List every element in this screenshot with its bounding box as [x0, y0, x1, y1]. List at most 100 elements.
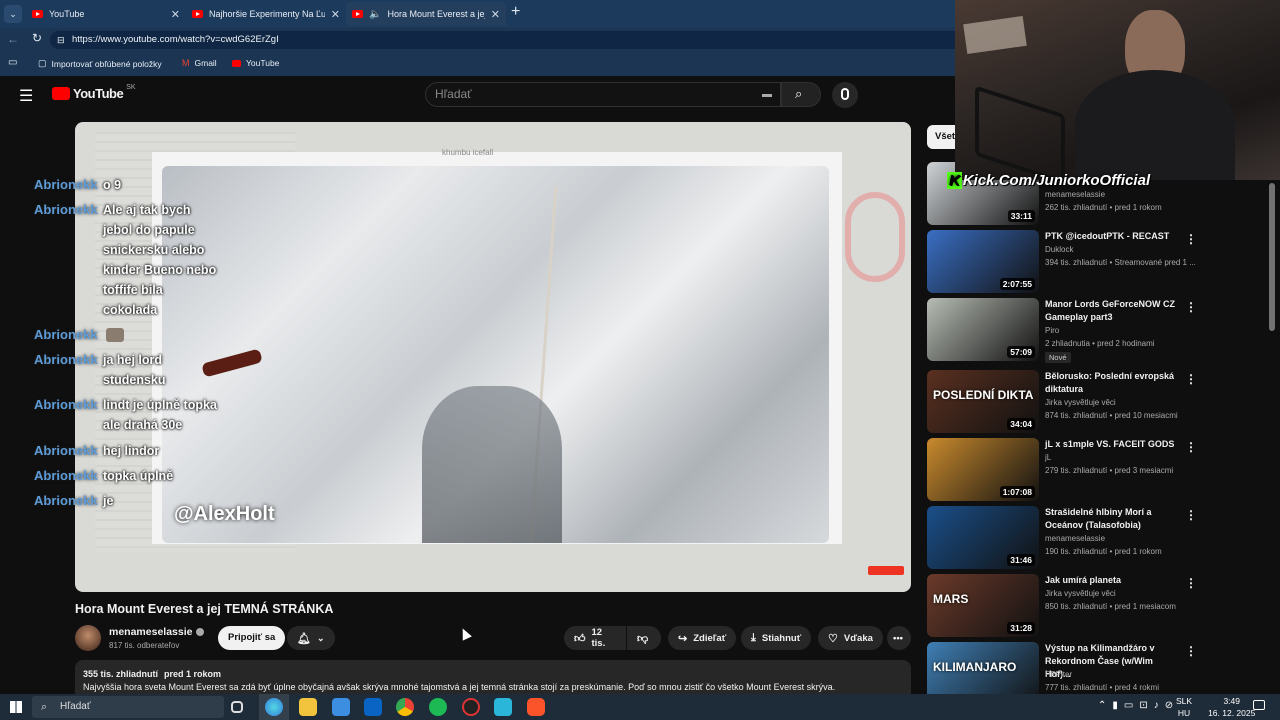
tab-list-button[interactable]: ⌄ [4, 5, 22, 23]
tab-everest[interactable]: 🔈 Hora Mount Everest a jej TEMN ✕ [346, 2, 506, 26]
download-label: Stiahnuť [761, 632, 802, 644]
brave-icon[interactable] [527, 698, 545, 716]
chat-message: lindt je úplně topka [103, 398, 217, 412]
related-video[interactable]: 31:46 Strašidelné hlbiny Morí a Oceánov (… [927, 506, 1197, 572]
notifications-button[interactable]: 🔔︎ ⌄ [287, 626, 335, 650]
related-video-title: Manor Lords GeForceNOW CZ Gameplay part3 [1045, 299, 1176, 322]
chip-all[interactable]: Všet [927, 125, 957, 149]
video-thumbnail[interactable]: MARS 31:28 [927, 574, 1039, 637]
voice-search-button[interactable] [832, 82, 858, 108]
dislike-button[interactable]: 👎︎ [627, 626, 661, 650]
close-tab-icon[interactable]: ✕ [491, 8, 500, 21]
chat-message: hej lindor [103, 444, 160, 458]
language-indicator[interactable]: SLK HU [1176, 695, 1192, 719]
youtube-wordmark: YouTube [73, 86, 124, 101]
chat-message: jebol do papule [103, 223, 195, 237]
more-options-icon[interactable]: ⋮ [1185, 508, 1197, 522]
like-button[interactable]: 👍︎ 12 tis. [564, 626, 626, 650]
favorite-youtube[interactable]: YouTube [232, 58, 279, 68]
more-options-icon[interactable]: ⋮ [1185, 576, 1197, 590]
kick-overlay: K Kick.Com/JuniorkoOfficial [947, 172, 1150, 189]
kick-logo-icon: K [947, 172, 962, 189]
channel-avatar[interactable] [75, 625, 101, 651]
spotify-icon[interactable] [429, 698, 447, 716]
back-icon[interactable]: ← [7, 32, 19, 46]
webcam-sign [963, 15, 1027, 55]
video-thumbnail[interactable]: 31:46 [927, 506, 1039, 569]
datetime[interactable]: 3:49 16. 12. 2025 [1208, 695, 1255, 719]
close-tab-icon[interactable]: ✕ [331, 8, 340, 21]
taskbar-search[interactable]: ⌕ Hľadať [32, 696, 224, 718]
outlook-icon[interactable] [364, 698, 382, 716]
more-options-icon[interactable]: ⋮ [1185, 644, 1197, 658]
verified-icon [196, 628, 205, 636]
more-options-icon[interactable]: ⋮ [1185, 232, 1197, 246]
youtube-play-icon [52, 87, 70, 100]
favorite-gmail[interactable]: M Gmail [182, 58, 217, 68]
taskbar-clock[interactable]: SLK HU 3:49 16. 12. 2025 [1176, 695, 1256, 719]
new-tab-icon[interactable]: + [511, 3, 520, 21]
store-icon[interactable] [332, 698, 350, 716]
channel-name[interactable]: menameselassie [109, 626, 205, 638]
share-button[interactable]: ↪ Zdieľať [668, 626, 737, 650]
related-video[interactable]: 2:07:55 PTK @icedoutPTK - RECAST Duklock 39… [927, 230, 1197, 296]
tab-experiments[interactable]: Najhoršie Experimenty Na Ľuďoch ✕ [186, 2, 346, 26]
close-tab-icon[interactable]: ✕ [171, 8, 180, 21]
app-f-icon[interactable] [494, 698, 512, 716]
bell-icon: 🔔︎ [297, 632, 311, 645]
speaker-icon[interactable]: 🔈 [369, 9, 381, 20]
related-video[interactable]: 1:07:08 jL x s1mple VS. FACEIT GODS jL 279 … [927, 438, 1197, 504]
chat-message: ale drahá 30e [103, 418, 183, 432]
more-options-icon[interactable]: ⋮ [1185, 300, 1197, 314]
youtube-logo[interactable]: YouTube SK [52, 84, 136, 101]
search-input[interactable]: Hľadať ▬ [425, 82, 781, 107]
more-actions-button[interactable]: ••• [887, 626, 911, 650]
thanks-button[interactable]: ♡ Vďaka [818, 626, 883, 650]
keyboard-icon[interactable]: ▬ [762, 83, 772, 106]
video-duration: 2:07:55 [999, 278, 1035, 290]
video-thumbnail[interactable]: 57:09 [927, 298, 1039, 361]
chat-username: Abrionekk [34, 352, 98, 367]
menu-icon[interactable]: ☰ [19, 86, 33, 106]
file-explorer-icon[interactable] [299, 698, 317, 716]
youtube-favicon-icon [352, 10, 363, 18]
related-video[interactable]: POSLEDNÍ DIKTA 34:04 Bělorusko: Poslední e… [927, 370, 1197, 436]
search-button[interactable]: ⌕ [781, 82, 821, 107]
related-video-title: Jak umírá planeta [1045, 575, 1122, 585]
related-video-meta: 874 tis. zhliadnutí • pred 10 mesiacmi [1045, 411, 1178, 420]
related-video[interactable]: 57:09 Manor Lords GeForceNOW CZ Gameplay … [927, 298, 1197, 364]
chat-message: o 9 [103, 178, 122, 192]
chrome-icon[interactable] [396, 698, 414, 716]
video-thumbnail[interactable]: POSLEDNÍ DIKTA 34:04 [927, 370, 1039, 433]
thanks-icon: ♡ [828, 632, 838, 645]
notification-icon[interactable] [1253, 700, 1265, 710]
reload-icon[interactable]: ↻ [32, 31, 42, 45]
video-thumbnail[interactable]: 2:07:55 [927, 230, 1039, 293]
tab-youtube[interactable]: YouTube ✕ [26, 2, 186, 26]
favorite-import[interactable]: ▢ Importovať obľúbené položky [38, 58, 162, 69]
steam-like-icon[interactable] [462, 698, 480, 716]
video-thumbnail[interactable]: 1:07:08 [927, 438, 1039, 501]
more-options-icon[interactable]: ⋮ [1185, 440, 1197, 454]
related-video-meta: 262 tis. zhliadnutí • pred 1 rokom [1045, 203, 1162, 212]
site-info-icon[interactable]: ⊟ [57, 31, 65, 49]
tab-title: Najhoršie Experimenty Na Ľuďoch [209, 9, 325, 19]
related-video[interactable]: MARS 31:28 Jak umírá planeta Jirka vysvětlu… [927, 574, 1197, 640]
join-button[interactable]: Pripojiť sa [218, 626, 286, 650]
video-watermark: @AlexHolt [174, 503, 275, 525]
region-code: SK [126, 84, 136, 91]
windows-start-icon[interactable] [10, 701, 22, 713]
system-tray-icons[interactable]: ⌃▮▭⊡♪⊘ [1098, 700, 1179, 711]
chat-username: Abrionekk [34, 397, 98, 412]
sidebar-toggle-icon[interactable]: ▭ [8, 57, 17, 68]
thanks-label: Vďaka [843, 632, 873, 644]
more-options-icon[interactable]: ⋮ [1185, 372, 1197, 386]
related-video-channel: menameselassie [1045, 534, 1106, 543]
task-view-icon[interactable] [231, 701, 243, 713]
sidebar-scrollbar[interactable] [1269, 183, 1275, 331]
search-placeholder: Hľadať [435, 87, 472, 101]
related-video-title: jL x s1mple VS. FACEIT GODS [1045, 439, 1175, 449]
subscriber-count: 817 tis. odberateľov [109, 641, 180, 650]
view-count: 355 tis. zhliadnutí [83, 669, 159, 679]
download-button[interactable]: ⤓ Stiahnuť [741, 626, 812, 650]
